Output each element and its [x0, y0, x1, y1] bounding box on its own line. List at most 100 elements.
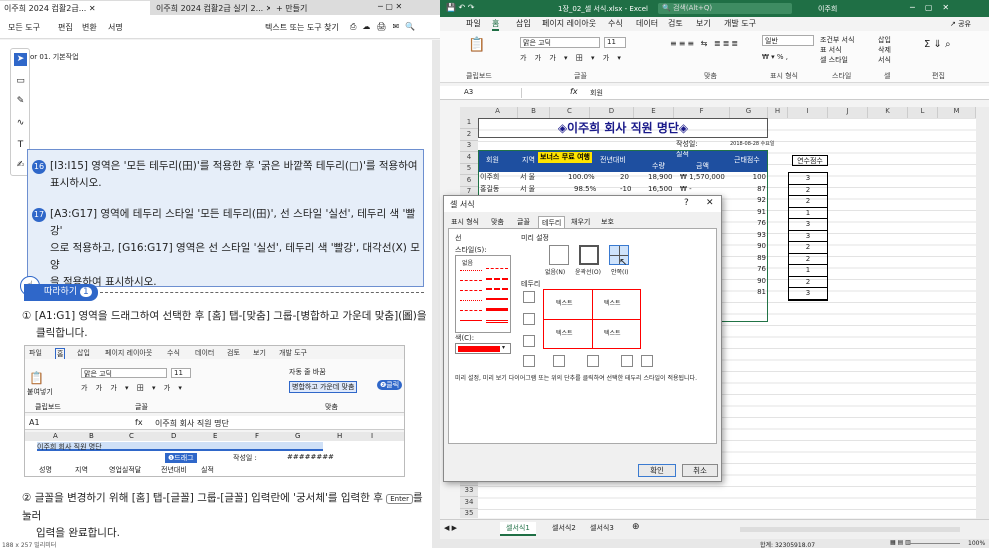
color-dropdown[interactable]: ▾	[455, 343, 511, 354]
user-name[interactable]: 이주희	[818, 4, 837, 14]
col-header[interactable]: K	[868, 107, 908, 118]
row-header[interactable]: 4	[460, 152, 478, 164]
row-header[interactable]: 1	[460, 118, 478, 129]
tool-search[interactable]: 텍스트 또는 도구 찾기	[265, 22, 339, 33]
style-swatch[interactable]	[486, 268, 508, 269]
style-swatch[interactable]	[460, 320, 482, 321]
horizontal-scrollbar[interactable]	[740, 527, 960, 532]
select-tool-icon[interactable]: ➤	[14, 53, 27, 66]
pdf-tab-2[interactable]: 이주희 2024 컴활2급 실기 2... ✕	[152, 1, 270, 15]
row-header[interactable]: 33	[460, 486, 478, 497]
style-swatch[interactable]	[486, 288, 508, 290]
stamp-tool-icon[interactable]: ✍	[14, 159, 27, 172]
attendance-cell[interactable]: 91	[740, 207, 766, 219]
tab-page-layout[interactable]: 페이지 레이아웃	[542, 18, 596, 29]
cell-e5[interactable]: 18,900	[648, 172, 673, 183]
share-button[interactable]: ↗ 공유	[950, 19, 971, 29]
menu-sign[interactable]: 서명	[108, 22, 123, 33]
view-mode-icons[interactable]: ▦ ▤ ▥	[890, 539, 911, 546]
attendance-cell[interactable]: 76	[740, 218, 766, 230]
col-header[interactable]: D	[590, 107, 634, 118]
dlg-tab-protect[interactable]: 보호	[598, 216, 617, 228]
font-size-box[interactable]: 11	[604, 37, 626, 48]
training-score-cell[interactable]: 3	[789, 173, 827, 185]
header-performance[interactable]: 실적	[676, 149, 689, 160]
text-tool-icon[interactable]: T	[14, 139, 27, 152]
training-score-cell[interactable]: 2	[789, 254, 827, 265]
attendance-cell[interactable]: 90	[740, 276, 766, 288]
pdf-vertical-scrollbar[interactable]	[432, 40, 440, 548]
col-header[interactable]: B	[518, 107, 550, 118]
editing-icons[interactable]: Σ ⇓ ⌕	[924, 39, 951, 50]
style-none[interactable]: 없음	[462, 258, 473, 267]
cancel-button[interactable]: 취소	[682, 464, 718, 477]
col-header[interactable]: F	[674, 107, 730, 118]
col-header[interactable]: H	[768, 107, 788, 118]
col-header[interactable]: J	[828, 107, 868, 118]
row-header[interactable]: 5	[460, 164, 478, 175]
tab-home[interactable]: 홈	[492, 18, 500, 31]
header-region[interactable]: 지역	[522, 155, 535, 166]
bonus-trip-tooltip[interactable]: 보너스 무료 여행	[538, 152, 592, 163]
window-controls[interactable]: ─ ▢ ✕	[378, 2, 402, 11]
style-swatch[interactable]	[486, 298, 508, 300]
cell-b5[interactable]: 서 울	[520, 172, 535, 183]
attendance-cell[interactable]: 81	[740, 287, 766, 299]
delete-cells-button[interactable]: 삭제	[878, 45, 891, 55]
tab-insert[interactable]: 삽입	[516, 18, 531, 29]
cell-c5[interactable]: 100.0%	[568, 172, 595, 183]
sheet-nav-arrows[interactable]: ◀ ▶	[444, 524, 457, 532]
cell-c6[interactable]: 98.5%	[574, 184, 596, 195]
training-score-cell[interactable]: 3	[789, 219, 827, 231]
dlg-tab-fill[interactable]: 채우기	[568, 216, 593, 228]
attendance-cell[interactable]: 100	[740, 172, 766, 184]
training-score-cell[interactable]: 1	[789, 208, 827, 219]
sheet-tab-3[interactable]: 셀서식3	[590, 523, 614, 533]
format-cells-button[interactable]: 서식	[878, 55, 891, 65]
row-header[interactable]: 34	[460, 497, 478, 509]
dlg-tab-number[interactable]: 표시 형식	[448, 216, 482, 228]
tab-file[interactable]: 파일	[466, 18, 481, 29]
line-style-list[interactable]: 없음	[455, 255, 511, 333]
row-header[interactable]: 35	[460, 509, 478, 518]
table-format-button[interactable]: 표 서식	[820, 45, 842, 55]
row-header[interactable]: 3	[460, 141, 478, 152]
cell-d5[interactable]: 20	[620, 172, 629, 183]
training-score-cell[interactable]: 2	[789, 185, 827, 196]
cell-style-button[interactable]: 셀 스타일	[820, 55, 848, 65]
close-icon[interactable]: ✕	[706, 198, 714, 208]
attendance-cell[interactable]: 89	[740, 253, 766, 265]
created-date[interactable]: 2018-08-28 수요일	[730, 139, 774, 150]
border-center-button[interactable]	[587, 355, 599, 367]
style-swatch[interactable]	[486, 320, 508, 323]
draw-tool-icon[interactable]: ∿	[14, 117, 27, 130]
menu-all-tools[interactable]: 모든 도구	[8, 22, 40, 33]
col-header[interactable]: G	[730, 107, 768, 118]
header-member[interactable]: 회원	[486, 155, 499, 166]
formula-input[interactable]: 회원	[590, 88, 603, 98]
style-swatch[interactable]	[460, 270, 482, 271]
tab-view[interactable]: 보기	[696, 18, 711, 29]
zoom-level[interactable]: 100%	[968, 540, 985, 547]
number-format-box[interactable]: 일반	[762, 35, 814, 46]
ok-button[interactable]: 확인	[638, 464, 676, 477]
row-header[interactable]: 2	[460, 129, 478, 141]
dlg-tab-border[interactable]: 테두리	[538, 216, 566, 228]
menu-convert[interactable]: 변환	[82, 22, 97, 33]
header-yoy[interactable]: 전년대비	[600, 155, 626, 166]
pen-tool-icon[interactable]: ✎	[14, 95, 27, 108]
attendance-cell[interactable]: 76	[740, 264, 766, 276]
cell-b6[interactable]: 서 울	[520, 184, 535, 195]
dlg-tab-font[interactable]: 글꼴	[514, 216, 533, 228]
col-header[interactable]: C	[550, 107, 590, 118]
style-swatch[interactable]	[460, 290, 482, 291]
zoom-slider[interactable]	[910, 543, 960, 544]
cell-f5[interactable]: ₩ 1,570,000	[680, 172, 725, 183]
style-swatch[interactable]	[486, 308, 508, 311]
style-swatch[interactable]	[460, 310, 482, 311]
sheet-title[interactable]: ◈이주희 회사 직원 명단◈	[478, 118, 768, 138]
training-score-cell[interactable]: 3	[789, 288, 827, 300]
border-right-button[interactable]	[621, 355, 633, 367]
border-middle-button[interactable]	[523, 313, 535, 325]
excel-vertical-scrollbar[interactable]	[976, 107, 989, 519]
